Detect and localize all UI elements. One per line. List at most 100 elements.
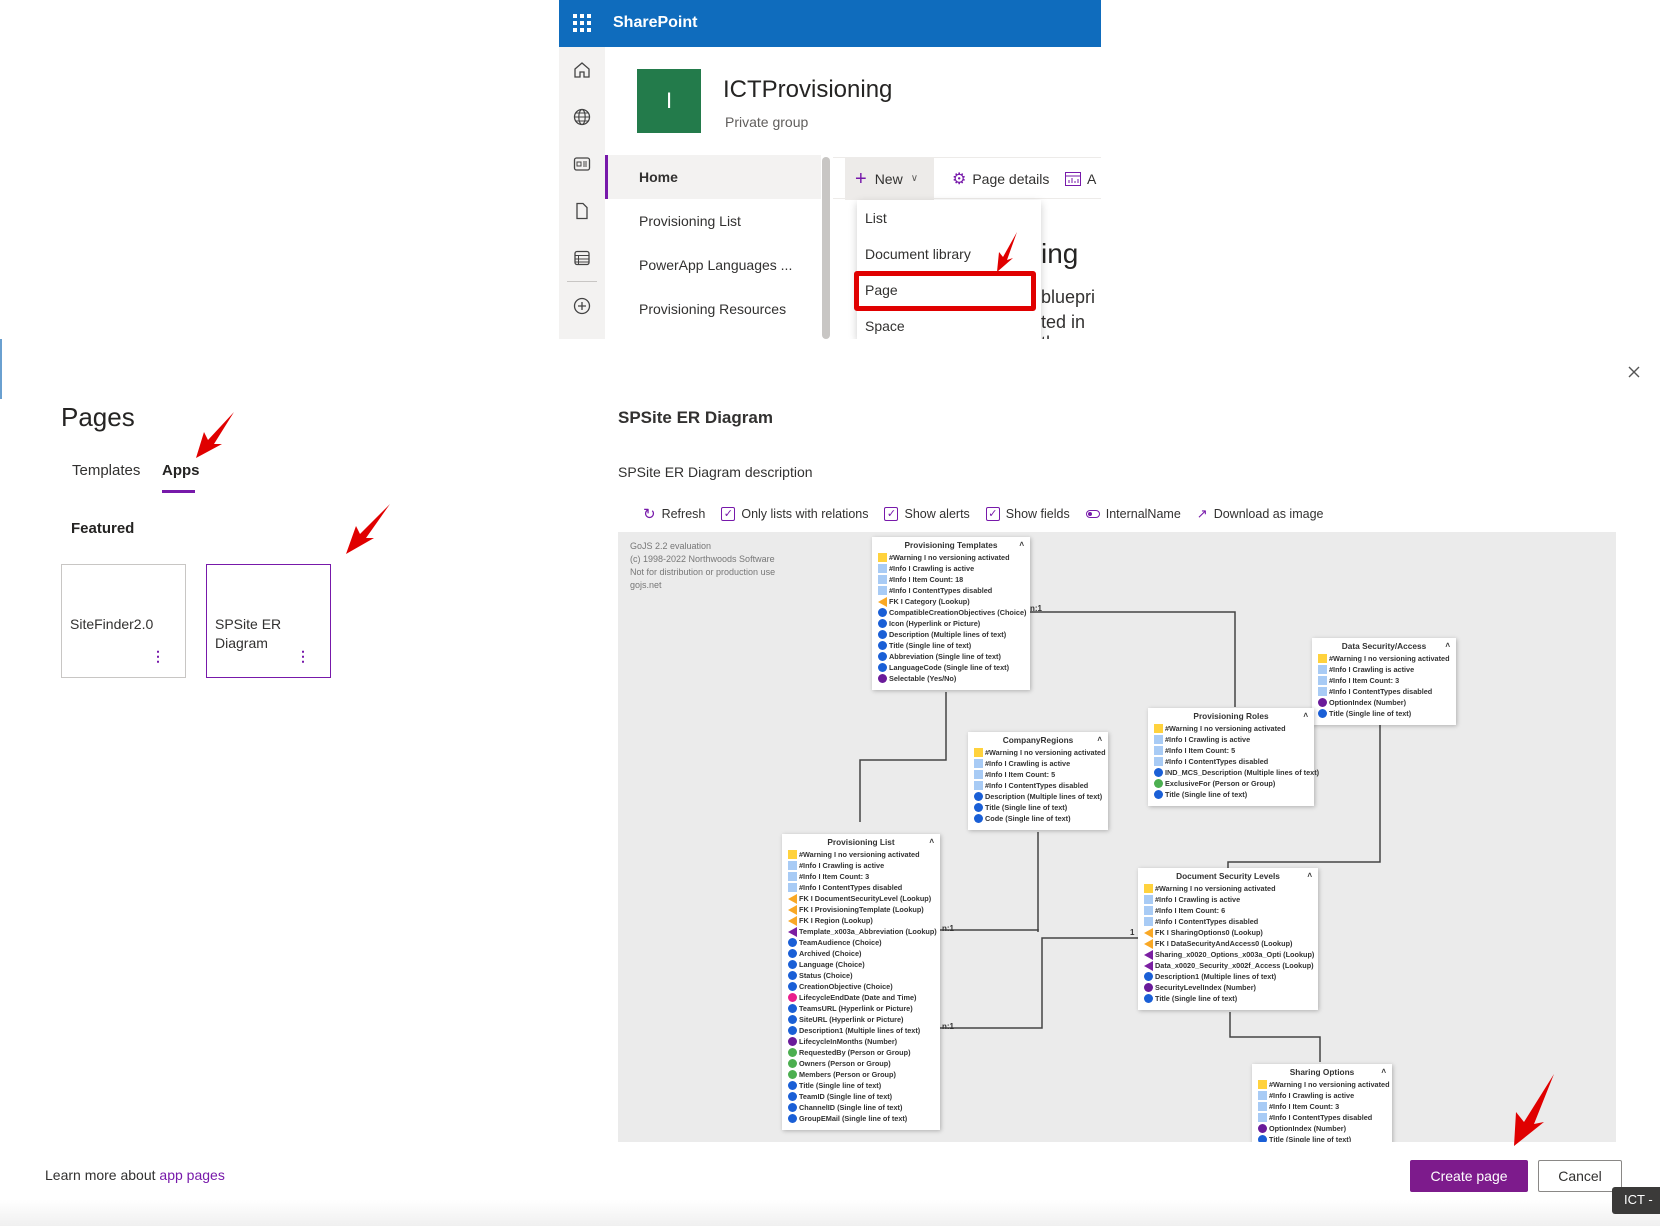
menu-item-space[interactable]: Space xyxy=(857,308,1041,339)
field-type-icon xyxy=(878,608,887,617)
app-pages-link[interactable]: app pages xyxy=(159,1167,224,1183)
entity-field: Description1 (Multiple lines of text) xyxy=(788,1025,934,1036)
entity-title-text: Provisioning List xyxy=(827,837,895,847)
entity-sharing-options[interactable]: Sharing Options ˄ #Warning I no versioning… xyxy=(1252,1064,1392,1142)
cancel-button[interactable]: Cancel xyxy=(1538,1160,1622,1192)
link-sharing-doclevels xyxy=(1229,1012,1321,1062)
page-details-button[interactable]: ⚙ Page details xyxy=(952,157,1049,200)
collapse-icon[interactable]: ˄ xyxy=(929,837,934,846)
app-launcher-icon[interactable] xyxy=(573,14,591,32)
nav-item-home[interactable]: Home xyxy=(605,155,821,199)
field-label: #Info I ContentTypes disabled xyxy=(889,586,993,595)
nav-item-provisioning-list[interactable]: Provisioning List xyxy=(605,199,821,243)
field-label: TeamsURL (Hyperlink or Picture) xyxy=(799,1004,913,1013)
er-diagram-canvas[interactable]: GoJS 2.2 evaluation (c) 1998-2022 Northw… xyxy=(618,532,1616,1142)
download-label: Download as image xyxy=(1213,507,1324,521)
entity-title: Provisioning Roles ˄ xyxy=(1154,711,1308,721)
warning-icon xyxy=(1318,654,1327,663)
brand-name[interactable]: SharePoint xyxy=(613,14,697,32)
entity-title: Provisioning Templates ˄ xyxy=(878,540,1025,550)
field-label: Status (Choice) xyxy=(799,971,853,980)
field-type-icon xyxy=(788,1037,797,1046)
entity-title: CompanyRegions ˄ xyxy=(974,735,1102,745)
collapse-icon[interactable]: ˄ xyxy=(1097,735,1102,744)
warning-icon xyxy=(1144,884,1153,893)
more-options-icon[interactable]: ⋮ xyxy=(151,649,165,663)
field-label: FK I DataSecurityAndAccess0 (Lookup) xyxy=(1155,939,1293,948)
field-label: Description1 (Multiple lines of text) xyxy=(1155,972,1277,981)
app-card-spsite-er-diagram[interactable]: SPSite ER Diagram ⋮ xyxy=(206,564,331,678)
download-image-button[interactable]: ↗ Download as image xyxy=(1197,506,1324,522)
news-icon[interactable] xyxy=(572,154,592,174)
collapse-icon[interactable]: ˄ xyxy=(1445,641,1450,650)
field-type-icon xyxy=(1318,698,1327,707)
nav-scrollbar[interactable] xyxy=(822,157,830,339)
collapse-icon[interactable]: ˄ xyxy=(1303,711,1308,720)
entity-data-security-access[interactable]: Data Security/Access ˄ #Warning I no versi… xyxy=(1312,638,1456,725)
field-label: TeamAudience (Choice) xyxy=(799,938,882,947)
new-button[interactable]: + New ∨ xyxy=(845,157,934,200)
internal-name-toggle[interactable]: InternalName xyxy=(1085,507,1181,521)
entity-provisioning-roles[interactable]: Provisioning Roles ˄ #Warning I no version… xyxy=(1148,708,1319,806)
relation-links xyxy=(859,611,1381,1062)
field-label: LanguageCode (Single line of text) xyxy=(889,663,1009,672)
backdrop-edge xyxy=(0,339,2,399)
app-card-sitefinder[interactable]: SiteFinder2.0 ⋮ xyxy=(61,564,186,678)
entity-field: #Info I Item Count: 3 xyxy=(1318,675,1450,686)
entity-field: #Info I Crawling is active xyxy=(1258,1090,1386,1101)
entity-field: Title (Single line of text) xyxy=(788,1080,934,1091)
entity-field: Title (Single line of text) xyxy=(1258,1134,1386,1142)
tab-apps[interactable]: Apps xyxy=(162,462,200,479)
field-type-icon xyxy=(788,1103,797,1112)
page-text-fragment: bluepri xyxy=(1041,287,1096,307)
entity-title-text: Document Security Levels xyxy=(1176,871,1280,881)
list-icon[interactable] xyxy=(572,248,592,268)
field-label: #Info I ContentTypes disabled xyxy=(1155,917,1259,926)
site-name[interactable]: ICTProvisioning xyxy=(723,76,892,104)
entity-provisioning-templates[interactable]: Provisioning Templates ˄ #Warning I no ver… xyxy=(872,537,1030,690)
field-type-icon xyxy=(1258,1124,1267,1133)
field-label: RequestedBy (Person or Group) xyxy=(799,1048,911,1057)
entity-provisioning-list[interactable]: Provisioning List ˄ #Warning I no versioni… xyxy=(782,834,940,1130)
entity-document-security-levels[interactable]: Document Security Levels ˄ #Warning I no v… xyxy=(1138,868,1318,1010)
site-logo[interactable]: I xyxy=(637,69,701,133)
field-type-icon xyxy=(1154,768,1163,777)
create-icon[interactable] xyxy=(572,296,592,316)
field-type-icon xyxy=(1318,709,1327,718)
create-page-button[interactable]: Create page xyxy=(1410,1160,1528,1192)
show-alerts-checkbox[interactable]: ✓ Show alerts xyxy=(884,507,970,521)
nav-item-powerapp-languages[interactable]: PowerApp Languages ... xyxy=(605,243,821,287)
more-options-icon[interactable]: ⋮ xyxy=(296,649,310,663)
file-icon[interactable] xyxy=(572,201,592,221)
collapse-icon[interactable]: ˄ xyxy=(1019,540,1024,549)
only-relations-checkbox[interactable]: ✓ Only lists with relations xyxy=(721,507,868,521)
entity-company-regions[interactable]: CompanyRegions ˄ #Warning I no versioning … xyxy=(968,732,1108,830)
field-label: OptionIndex (Number) xyxy=(1269,1124,1347,1133)
tab-templates[interactable]: Templates xyxy=(72,462,140,479)
entity-field: TeamAudience (Choice) xyxy=(788,937,934,948)
show-fields-checkbox[interactable]: ✓ Show fields xyxy=(985,507,1070,521)
entity-field: Title (Single line of text) xyxy=(878,640,1024,651)
sharepoint-screenshot: SharePoint I ICTProvisioning Private gro… xyxy=(559,0,1101,339)
globe-icon[interactable] xyxy=(572,107,592,127)
page-details-label: Page details xyxy=(972,170,1050,187)
lookup-icon xyxy=(1144,927,1153,938)
nav-item-provisioning-resources[interactable]: Provisioning Resources xyxy=(605,287,821,331)
entity-field: Template_x003a_Abbreviation (Lookup) xyxy=(788,926,937,937)
close-icon[interactable] xyxy=(1626,364,1642,380)
field-label: Title (Single line of text) xyxy=(1269,1135,1352,1142)
entity-field: FK I Region (Lookup) xyxy=(788,915,934,926)
refresh-button[interactable]: ↻ Refresh xyxy=(643,505,705,523)
entity-title: Document Security Levels ˄ xyxy=(1144,871,1312,881)
analytics-button[interactable]: A xyxy=(1065,157,1096,200)
field-type-icon xyxy=(878,619,887,628)
field-label: Abbreviation (Single line of text) xyxy=(889,652,1001,661)
field-label: Code (Single line of text) xyxy=(985,814,1071,823)
home-icon[interactable] xyxy=(572,60,592,80)
field-label: FK I Region (Lookup) xyxy=(799,916,873,925)
entity-title-text: Provisioning Templates xyxy=(904,540,998,550)
collapse-icon[interactable]: ˄ xyxy=(1307,871,1312,880)
annotation-arrow-icon xyxy=(346,504,390,554)
collapse-icon[interactable]: ˄ xyxy=(1381,1067,1386,1076)
diagram-toolbar: ↻ Refresh ✓ Only lists with relations ✓ Sho… xyxy=(643,503,1323,525)
